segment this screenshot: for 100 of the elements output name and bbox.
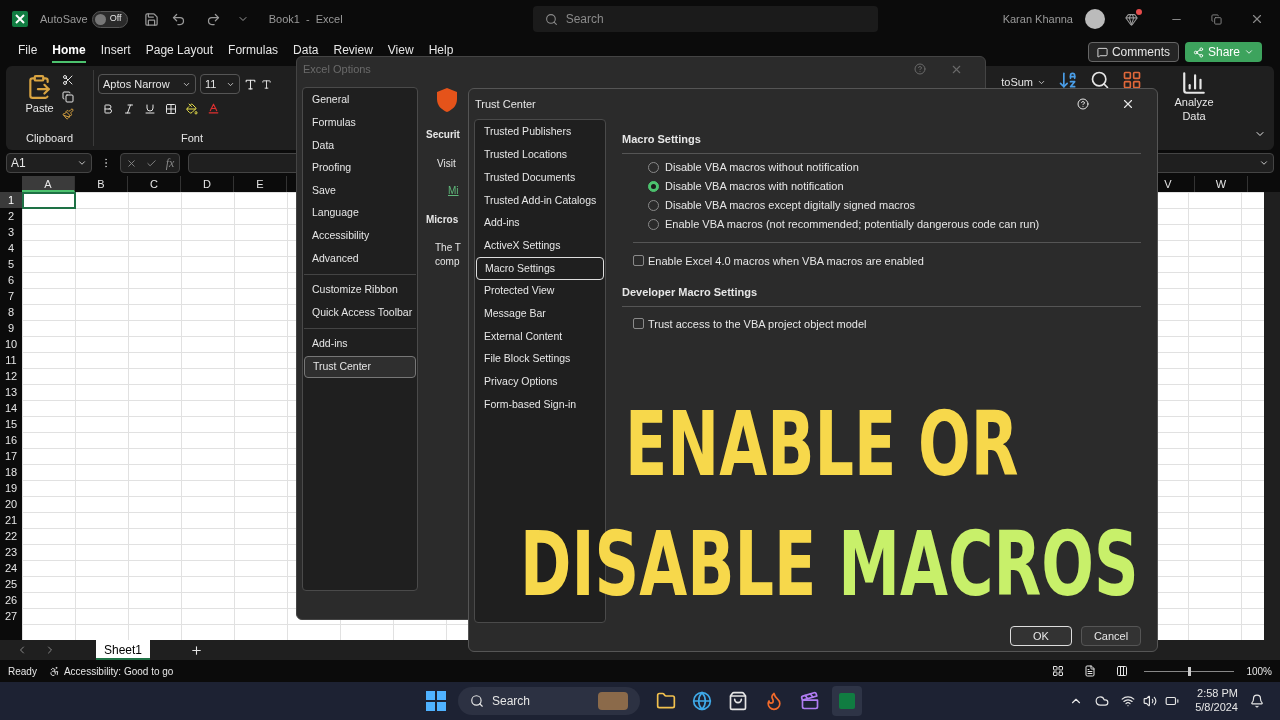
add-sheet-icon[interactable]: [190, 643, 204, 657]
restore-icon[interactable]: [1211, 13, 1222, 25]
grow-font-icon[interactable]: [244, 77, 257, 91]
radio-label[interactable]: Disable VBA macros without notification: [665, 158, 859, 176]
radio-label[interactable]: Disable VBA macros with notification: [665, 177, 844, 195]
row-header[interactable]: 26: [0, 592, 22, 608]
row-header[interactable]: 8: [0, 304, 22, 320]
radio-label[interactable]: Disable VBA macros except digitally signed macros: [665, 196, 916, 214]
font-name-field[interactable]: Aptos Narrow: [98, 74, 196, 94]
row-header[interactable]: 7: [0, 288, 22, 304]
shrink-font-icon[interactable]: [261, 78, 272, 90]
close-icon[interactable]: [1250, 12, 1264, 26]
checkbox-label[interactable]: Trust access to the VBA project object model: [648, 315, 867, 332]
ribbon-tab[interactable]: Page Layout: [145, 41, 214, 63]
row-header[interactable]: 15: [0, 416, 22, 432]
row-header[interactable]: 1: [0, 192, 22, 208]
ribbon-tab[interactable]: Formulas: [228, 41, 279, 63]
row-header[interactable]: 22: [0, 528, 22, 544]
copy-icon[interactable]: [61, 91, 74, 103]
checkbox[interactable]: [633, 255, 644, 267]
function-button[interactable]: fx: [165, 154, 175, 172]
row-header[interactable]: 5: [0, 256, 22, 272]
nav-item[interactable]: Trusted Add-in Catalogs: [476, 189, 604, 212]
nav-item[interactable]: Save: [304, 179, 416, 202]
nav-item[interactable]: Trusted Documents: [476, 166, 604, 190]
bold-icon[interactable]: [102, 102, 114, 115]
nav-item[interactable]: Privacy Options: [476, 370, 604, 394]
nav-item[interactable]: Quick Access Toolbar: [304, 301, 416, 324]
nav-item[interactable]: Message Bar: [476, 302, 604, 326]
row-header[interactable]: 2: [0, 208, 22, 224]
cancel-button[interactable]: Cancel: [1081, 626, 1141, 646]
fill-color-icon[interactable]: [186, 102, 198, 115]
browser-icon[interactable]: [764, 691, 784, 711]
redo-icon[interactable]: [205, 11, 221, 27]
browser-icon[interactable]: [692, 691, 712, 711]
row-header[interactable]: 23: [0, 544, 22, 560]
nav-item[interactable]: Advanced: [304, 247, 416, 270]
autosave-toggle[interactable]: Off: [91, 10, 128, 28]
nav-item[interactable]: External Content: [476, 325, 604, 348]
font-size-field[interactable]: 11: [200, 74, 240, 94]
volume-icon[interactable]: [1143, 694, 1158, 708]
borders-icon[interactable]: [165, 102, 177, 115]
folder-icon[interactable]: [656, 691, 676, 711]
spreadsheet-app-icon[interactable]: [832, 686, 862, 716]
ribbon-tab[interactable]: Insert: [100, 41, 131, 63]
row-header[interactable]: 4: [0, 240, 22, 256]
format-painter-icon[interactable]: [61, 108, 74, 120]
sheet-tab[interactable]: Sheet1: [96, 640, 151, 660]
taskbar-search[interactable]: Search: [458, 687, 640, 715]
cut-icon[interactable]: [61, 74, 74, 86]
ribbon-tab[interactable]: File: [18, 41, 38, 63]
autosum-label[interactable]: toSum: [1001, 74, 1046, 91]
font-color-icon[interactable]: [207, 102, 220, 115]
row-header[interactable]: 18: [0, 464, 22, 480]
nav-item[interactable]: Accessibility: [304, 224, 416, 248]
close-icon[interactable]: [1121, 97, 1135, 111]
vertical-scrollbar[interactable]: [1264, 192, 1280, 640]
accessibility-status[interactable]: Accessibility: Good to go: [48, 663, 174, 679]
row-header[interactable]: 13: [0, 384, 22, 400]
zoom-thumb[interactable]: [1187, 666, 1191, 676]
video-editor-icon[interactable]: [800, 691, 820, 711]
row-header[interactable]: 20: [0, 496, 22, 512]
nav-item[interactable]: File Block Settings: [476, 347, 604, 371]
nav-item[interactable]: Form-based Sign-in: [476, 393, 604, 416]
nav-item[interactable]: Customize Ribbon: [304, 278, 416, 302]
row-header[interactable]: 24: [0, 560, 22, 576]
normal-view-icon[interactable]: [1052, 665, 1065, 677]
enter-icon[interactable]: [145, 157, 157, 169]
row-header[interactable]: 9: [0, 320, 22, 336]
row-header[interactable]: 10: [0, 336, 22, 352]
expand-icon[interactable]: [1259, 158, 1269, 168]
nav-item[interactable]: Language: [304, 201, 416, 225]
checkbox[interactable]: [633, 318, 644, 330]
nav-item[interactable]: Macro Settings: [476, 257, 604, 280]
undo-icon[interactable]: [170, 11, 186, 27]
battery-icon[interactable]: [1165, 694, 1180, 708]
sort-filter-icon[interactable]: [1058, 70, 1078, 90]
row-header[interactable]: 11: [0, 352, 22, 368]
nav-item[interactable]: Trust Center: [304, 355, 416, 379]
paste-icon[interactable]: [26, 74, 53, 100]
save-icon[interactable]: [143, 11, 159, 27]
nav-item[interactable]: Add-ins: [476, 211, 604, 235]
radio-label[interactable]: Enable VBA macros (not recommended; potentially dangerous code can run): [665, 215, 1040, 233]
row-header[interactable]: 21: [0, 512, 22, 528]
clock[interactable]: 2:58 PM 5/8/2024: [1195, 687, 1238, 715]
column-header[interactable]: A: [22, 176, 75, 192]
find-icon[interactable]: [1090, 70, 1110, 90]
page-layout-icon[interactable]: [1084, 665, 1097, 677]
store-icon[interactable]: [728, 691, 748, 711]
nav-item[interactable]: General: [304, 89, 416, 112]
cloud-icon[interactable]: [1095, 694, 1110, 708]
link[interactable]: Mi: [448, 183, 461, 198]
nav-item[interactable]: ActiveX Settings: [476, 234, 604, 258]
underline-icon[interactable]: [144, 102, 156, 115]
nav-item[interactable]: Trusted Locations: [476, 143, 604, 167]
nav-item[interactable]: Protected View: [476, 279, 604, 303]
nav-item[interactable]: Formulas: [304, 111, 416, 135]
row-header[interactable]: 6: [0, 272, 22, 288]
row-header[interactable]: 12: [0, 368, 22, 384]
zoom-slider[interactable]: [1144, 667, 1235, 675]
